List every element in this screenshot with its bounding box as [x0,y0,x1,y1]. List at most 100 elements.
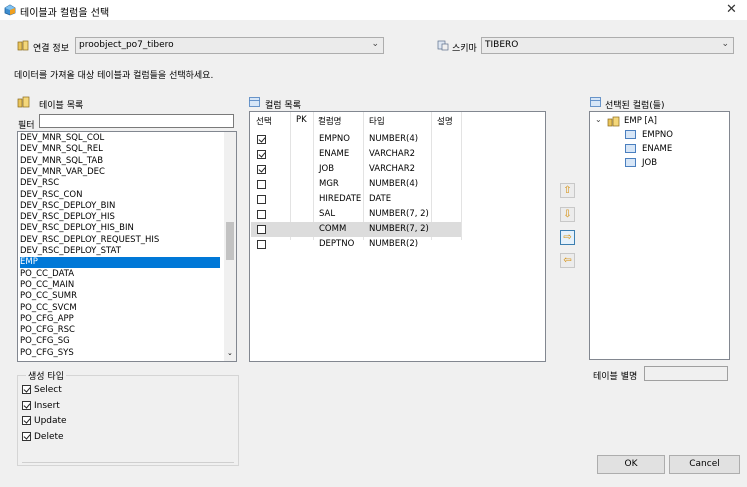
instruction-text: 데이터를 가져올 대상 테이블과 컬럼들을 선택하세요. [14,71,214,81]
table-list-item[interactable]: DEV_RSC_DEPLOY_HIS [20,212,220,223]
column-select-checkbox[interactable] [257,180,266,189]
table-list-item[interactable]: EMP [20,257,220,269]
column-select-checkbox[interactable] [257,165,266,174]
col-header-name: 컬럼명 [318,117,342,127]
selected-columns-icon [590,97,601,107]
col-header-select: 선택 [256,117,272,127]
filter-label: 필터 [18,121,35,131]
column-name: COMM [319,224,347,234]
column-row[interactable]: HIREDATE DATE [251,192,461,207]
gen-type-label: Update [34,416,67,427]
col-header-desc: 설명 [437,117,453,127]
connection-select[interactable]: proobject_po7_tibero ⌄ [75,37,384,54]
gen-type-option[interactable]: Select [22,385,62,395]
gen-type-option[interactable]: Delete [22,432,64,442]
column-row[interactable]: JOB VARCHAR2 [251,162,461,177]
ok-button[interactable]: OK [597,455,665,474]
table-list-item[interactable]: DEV_RSC [20,178,220,189]
column-type: NUMBER(4) [369,134,419,144]
gen-type-checkbox[interactable] [22,385,31,394]
gen-type-label: Delete [34,432,64,443]
move-up-button[interactable]: ⇧ [560,183,575,198]
table-list-item[interactable]: PO_CC_SUMR [20,291,220,302]
column-row[interactable]: SAL NUMBER(7, 2) [251,207,461,222]
selected-columns-tree[interactable]: ⌄ EMP [A] EMPNO ENAME JOB [589,111,730,360]
tree-column-item[interactable]: ENAME [625,144,672,154]
table-list-item[interactable]: PO_CFG_SYS [20,348,220,359]
alias-label: 테이블 별명 [593,372,638,382]
cancel-button[interactable]: Cancel [669,455,740,474]
table-list-item[interactable]: PO_CFG_APP [20,314,220,325]
table-list-icon [17,96,30,108]
divider [22,462,234,463]
column-select-checkbox[interactable] [257,210,266,219]
column-select-checkbox[interactable] [257,195,266,204]
column-type: NUMBER(4) [369,179,419,189]
add-column-button[interactable]: ⇨ [560,230,575,245]
gen-type-checkbox[interactable] [22,432,31,442]
table-list-item[interactable]: PO_CFG_RSC [20,325,220,336]
scroll-down-icon[interactable]: ⌄ [227,349,233,357]
scrollbar-thumb[interactable] [226,222,234,260]
column-select-checkbox[interactable] [257,225,266,234]
table-list-item[interactable]: DEV_RSC_CON [20,190,220,201]
title-bar: 테이블과 컬럼을 선택 ✕ [0,0,747,20]
alias-input[interactable] [644,366,728,381]
table-list-item[interactable]: DEV_MNR_VAR_DEC [20,167,220,178]
table-list-item[interactable]: PO_CC_DATA [20,269,220,280]
column-name: EMPNO [319,134,350,144]
col-header-type: 타입 [369,117,385,127]
table-node-icon [607,116,620,127]
filter-input[interactable] [39,114,234,128]
column-icon [625,144,636,153]
table-list-item[interactable]: DEV_RSC_DEPLOY_BIN [20,201,220,212]
column-row[interactable]: EMPNO NUMBER(4) [251,132,461,147]
table-list-item[interactable]: DEV_RSC_DEPLOY_REQUEST_HIS [20,235,220,246]
schema-label: 스키마 [452,44,477,54]
app-icon [4,4,16,16]
tree-column-label: ENAME [642,144,673,154]
window-title: 테이블과 컬럼을 선택 [20,8,110,19]
table-list-scrollbar[interactable]: ⌄ [224,132,236,361]
column-table[interactable]: 선택 PK 컬럼명 타입 설명 EMPNO NUMBER(4) ENAME VARCH… [249,111,546,362]
table-list-item[interactable]: DEV_MNR_SQL_REL [20,144,220,155]
tree-column-label: EMPNO [642,130,673,140]
column-row[interactable]: MGR NUMBER(4) [251,177,461,192]
gen-type-label: Insert [34,400,60,411]
table-list-item[interactable]: DEV_RSC_DEPLOY_STAT [20,246,220,257]
column-row[interactable]: DEPTNO NUMBER(2) [251,237,461,252]
table-list-item[interactable]: PO_CC_SVCM [20,303,220,314]
column-name: DEPTNO [319,239,355,249]
column-name: JOB [319,164,335,174]
column-select-checkbox[interactable] [257,150,266,159]
col-divider [461,112,462,240]
table-list-item[interactable]: PO_CFG_SG [20,336,220,347]
tree-root-label[interactable]: EMP [A] [624,116,657,126]
column-select-checkbox[interactable] [257,240,266,249]
tree-column-item[interactable]: JOB [625,158,657,168]
gen-type-label: Select [34,385,62,395]
table-list-item[interactable]: DEV_MNR_SQL_COL [20,133,220,144]
move-down-button[interactable]: ⇩ [560,207,575,222]
gen-type-checkbox[interactable] [22,416,31,426]
table-list-item[interactable]: DEV_RSC_DEPLOY_HIS_BIN [20,223,220,234]
column-icon [625,158,636,167]
gen-type-option[interactable]: Insert [22,400,60,411]
column-row[interactable]: COMM NUMBER(7, 2) [251,222,461,237]
column-row[interactable]: ENAME VARCHAR2 [251,147,461,162]
remove-column-button[interactable]: ⇦ [560,253,575,268]
table-listbox[interactable]: DEV_MNR_SQL_COL DEV_MNR_SQL_REL DEV_MNR_SQ… [17,131,237,362]
schema-select[interactable]: TIBERO ⌄ [481,37,734,54]
table-list-item[interactable]: DEV_MNR_SQL_TAB [20,156,220,167]
tree-collapse-icon[interactable]: ⌄ [595,115,602,124]
column-list-icon [249,97,260,107]
close-button[interactable]: ✕ [726,2,737,17]
column-type: VARCHAR2 [369,149,416,159]
table-list-item[interactable]: PO_CC_MAIN [20,280,220,291]
selected-columns-title: 선택된 컬럼(들) [605,101,665,111]
column-select-checkbox[interactable] [257,135,266,144]
schema-icon [437,40,449,51]
gen-type-checkbox[interactable] [22,400,31,410]
tree-column-item[interactable]: EMPNO [625,130,673,140]
gen-type-option[interactable]: Update [22,416,67,426]
